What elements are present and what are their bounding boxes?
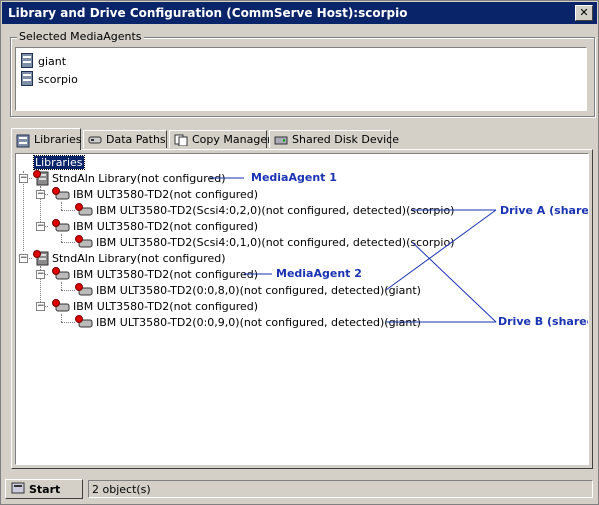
tree-library-node[interactable]: StndAln Library(not configured) bbox=[33, 170, 226, 186]
group-legend: Selected MediaAgents bbox=[17, 30, 144, 43]
window-title: Library and Drive Configuration (CommSer… bbox=[8, 6, 408, 20]
drive-icon bbox=[52, 187, 70, 201]
object-count: 2 object(s) bbox=[92, 482, 151, 496]
close-button[interactable]: ✕ bbox=[575, 5, 593, 21]
drive-icon bbox=[75, 235, 93, 249]
tab-shared-disk-device[interactable]: Shared Disk Device bbox=[269, 130, 399, 148]
tab-label: Libraries bbox=[34, 133, 82, 146]
collapse-toggle[interactable]: − bbox=[36, 302, 45, 311]
status-bar: Start 2 object(s) bbox=[3, 479, 596, 501]
drive-icon bbox=[75, 315, 93, 329]
tree-drive-node[interactable]: IBM ULT3580-TD2(not configured) bbox=[52, 186, 258, 202]
tab-libraries[interactable]: Libraries bbox=[11, 128, 82, 150]
drive-label: IBM ULT3580-TD2(not configured) bbox=[73, 267, 259, 281]
tab-copy-manager[interactable]: Copy Manager bbox=[169, 130, 272, 148]
tree-drive-node[interactable]: IBM ULT3580-TD2(not configured) bbox=[52, 218, 258, 234]
mediaagent-item[interactable]: giant bbox=[20, 53, 66, 69]
collapse-toggle[interactable]: − bbox=[36, 190, 45, 199]
tree-device-node[interactable]: IBM ULT3580-TD2(Scsi4:0,1,0)(not configu… bbox=[75, 234, 454, 250]
tree-library-node[interactable]: StndAln Library(not configured) bbox=[33, 250, 226, 266]
drive-icon bbox=[75, 283, 93, 297]
device-label: IBM ULT3580-TD2(0:0,9,0)(not configured,… bbox=[96, 315, 421, 329]
config-window: Library and Drive Configuration (CommSer… bbox=[0, 0, 599, 505]
mediaagent-item[interactable]: scorpio bbox=[20, 71, 78, 87]
annotation-mediaagent1: MediaAgent 1 bbox=[251, 171, 337, 184]
libraries-icon bbox=[16, 134, 30, 147]
collapse-toggle[interactable]: − bbox=[19, 254, 28, 263]
drive-icon bbox=[52, 299, 70, 313]
data-paths-icon bbox=[88, 134, 102, 146]
start-button[interactable]: Start bbox=[5, 479, 83, 499]
tab-label: Data Paths bbox=[106, 133, 166, 146]
drive-label: IBM ULT3580-TD2(not configured) bbox=[73, 187, 259, 201]
annotation-drive-a: Drive A (shared) bbox=[500, 204, 589, 217]
mediaagent-list[interactable]: giant scorpio bbox=[15, 47, 587, 111]
drive-icon bbox=[52, 267, 70, 281]
tab-data-paths[interactable]: Data Paths bbox=[83, 130, 167, 148]
title-bar: Library and Drive Configuration (CommSer… bbox=[2, 2, 597, 24]
mediaagent-label: giant bbox=[38, 54, 67, 68]
drive-label: IBM ULT3580-TD2(not configured) bbox=[73, 299, 259, 313]
library-icon bbox=[33, 250, 49, 266]
collapse-toggle[interactable]: − bbox=[36, 222, 45, 231]
server-icon bbox=[20, 71, 34, 87]
annotation-mediaagent2: MediaAgent 2 bbox=[276, 267, 362, 280]
tree-root[interactable]: Libraries bbox=[33, 154, 85, 170]
library-label: StndAln Library(not configured) bbox=[52, 171, 226, 185]
status-pane: 2 object(s) bbox=[88, 480, 593, 498]
tree-device-node[interactable]: IBM ULT3580-TD2(0:0,8,0)(not configured,… bbox=[75, 282, 421, 298]
shared-disk-icon bbox=[274, 134, 288, 146]
tab-label: Shared Disk Device bbox=[292, 133, 399, 146]
drive-icon bbox=[52, 219, 70, 233]
tab-label: Copy Manager bbox=[192, 133, 272, 146]
device-label: IBM ULT3580-TD2(0:0,8,0)(not configured,… bbox=[96, 283, 421, 297]
start-label: Start bbox=[29, 482, 61, 496]
server-icon bbox=[20, 53, 34, 69]
library-tree[interactable]: Libraries − StndAln Library(not configur… bbox=[15, 153, 589, 465]
mediaagent-label: scorpio bbox=[38, 72, 78, 86]
start-icon bbox=[11, 481, 25, 498]
tree-drive-node[interactable]: IBM ULT3580-TD2(not configured) bbox=[52, 266, 258, 282]
collapse-toggle[interactable]: − bbox=[36, 270, 45, 279]
annotation-drive-b: Drive B (shared) bbox=[498, 315, 588, 328]
library-icon bbox=[33, 170, 49, 186]
tree-drive-node[interactable]: IBM ULT3580-TD2(not configured) bbox=[52, 298, 258, 314]
drive-icon bbox=[75, 203, 93, 217]
device-label: IBM ULT3580-TD2(Scsi4:0,1,0)(not configu… bbox=[96, 235, 455, 249]
copy-manager-icon bbox=[174, 134, 188, 146]
tree-device-node[interactable]: IBM ULT3580-TD2(0:0,9,0)(not configured,… bbox=[75, 314, 421, 330]
drive-label: IBM ULT3580-TD2(not configured) bbox=[73, 219, 259, 233]
tree-root-label: Libraries bbox=[33, 154, 85, 170]
tree-device-node[interactable]: IBM ULT3580-TD2(Scsi4:0,2,0)(not configu… bbox=[75, 202, 454, 218]
library-label: StndAln Library(not configured) bbox=[52, 251, 226, 265]
device-label: IBM ULT3580-TD2(Scsi4:0,2,0)(not configu… bbox=[96, 203, 455, 217]
collapse-toggle[interactable]: − bbox=[19, 174, 28, 183]
